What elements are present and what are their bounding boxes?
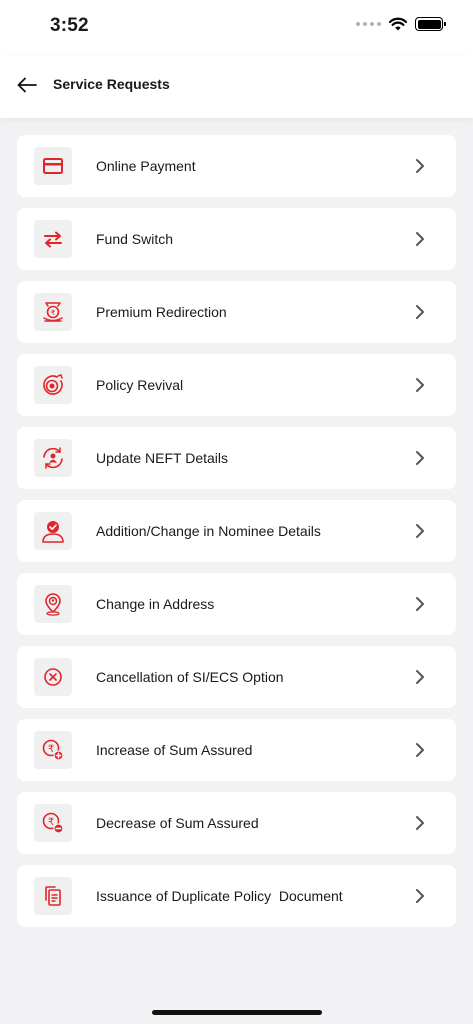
chevron-right-icon (416, 232, 424, 246)
signal-icon (356, 22, 381, 26)
chevron-right-icon (416, 889, 424, 903)
list-item-label: Update NEFT Details (96, 450, 229, 466)
list-item-decrease-sum-assured[interactable]: ₹ Decrease of Sum Assured (17, 792, 456, 854)
user-refresh-icon (43, 447, 63, 469)
back-arrow-icon[interactable] (16, 74, 38, 96)
list-item-nominee-details[interactable]: Addition/Change in Nominee Details (17, 500, 456, 562)
battery-icon (415, 17, 446, 31)
list-item-fund-switch[interactable]: Fund Switch (17, 208, 456, 270)
location-pin-icon (45, 593, 61, 616)
credit-card-icon (43, 158, 63, 174)
list-item-label: Decrease of Sum Assured (96, 815, 259, 831)
svg-text:₹: ₹ (48, 817, 54, 828)
swap-arrows-icon (44, 231, 62, 248)
list-item-label: Policy Revival (96, 377, 184, 393)
status-bar: 3:52 (0, 0, 473, 56)
user-check-icon (42, 521, 64, 543)
chevron-right-icon (416, 524, 424, 538)
page-title: Service Requests (53, 76, 170, 92)
chevron-right-icon (416, 305, 424, 319)
service-request-list: Online Payment Fund Switch ₹ Premium Red… (17, 135, 456, 938)
home-indicator[interactable] (152, 1010, 322, 1015)
svg-text:₹: ₹ (51, 309, 56, 317)
status-icons (356, 17, 446, 31)
list-item-online-payment[interactable]: Online Payment (17, 135, 456, 197)
list-item-label: Cancellation of SI/ECS Option (96, 669, 284, 685)
list-item-label: Issuance of Duplicate Policy Document (96, 888, 343, 904)
list-item-cancellation-si-ecs[interactable]: Cancellation of SI/ECS Option (17, 646, 456, 708)
chevron-right-icon (416, 451, 424, 465)
list-item-duplicate-policy-document[interactable]: Issuance of Duplicate Policy Document (17, 865, 456, 927)
list-item-change-address[interactable]: Change in Address (17, 573, 456, 635)
chevron-right-icon (416, 597, 424, 611)
chevron-right-icon (416, 159, 424, 173)
target-revival-icon (43, 374, 63, 395)
rupee-minus-icon: ₹ (42, 812, 64, 834)
cancel-circle-icon (44, 668, 62, 686)
list-item-policy-revival[interactable]: Policy Revival (17, 354, 456, 416)
status-time: 3:52 (50, 15, 89, 36)
list-item-label: Change in Address (96, 596, 215, 612)
chevron-right-icon (416, 378, 424, 392)
list-item-increase-sum-assured[interactable]: ₹ Increase of Sum Assured (17, 719, 456, 781)
chevron-right-icon (416, 816, 424, 830)
list-item-update-neft[interactable]: Update NEFT Details (17, 427, 456, 489)
list-item-label: Online Payment (96, 158, 196, 174)
rupee-plus-icon: ₹ (42, 739, 64, 761)
list-item-label: Addition/Change in Nominee Details (96, 523, 321, 539)
wifi-icon (389, 17, 407, 31)
svg-text:₹: ₹ (48, 744, 54, 755)
list-item-premium-redirection[interactable]: ₹ Premium Redirection (17, 281, 456, 343)
chevron-right-icon (416, 670, 424, 684)
app-header: Service Requests (0, 56, 473, 118)
rupee-redirect-icon: ₹ (43, 302, 63, 322)
chevron-right-icon (416, 743, 424, 757)
list-item-label: Premium Redirection (96, 304, 227, 320)
list-item-label: Increase of Sum Assured (96, 742, 253, 758)
duplicate-document-icon (45, 886, 61, 906)
list-item-label: Fund Switch (96, 231, 174, 247)
